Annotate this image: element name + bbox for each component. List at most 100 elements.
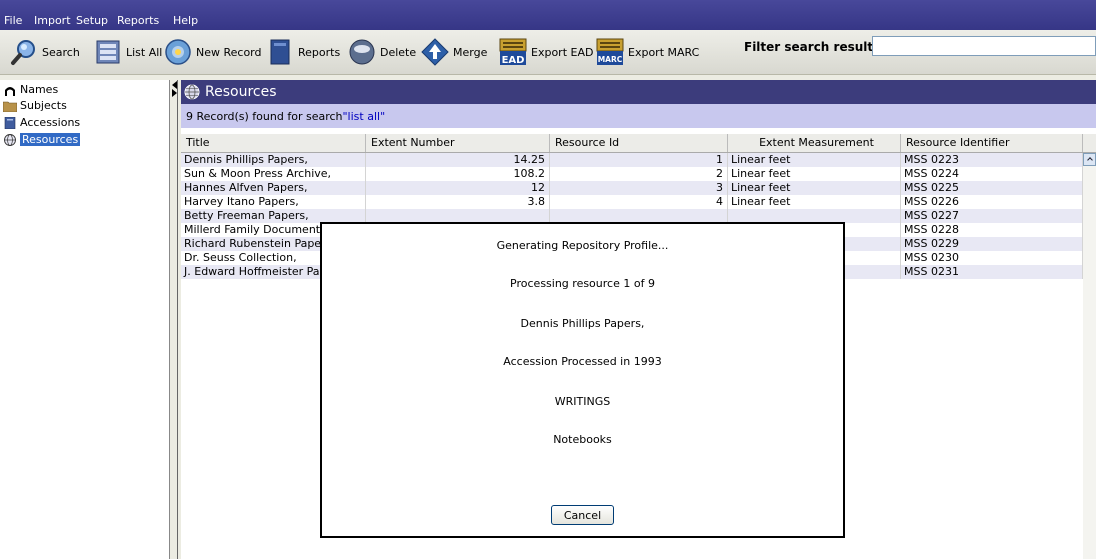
delete-button[interactable]: Delete bbox=[348, 34, 416, 70]
table-row[interactable]: Sun & Moon Press Archive, 108.2 2 Linear fe… bbox=[181, 167, 1083, 181]
globe-icon bbox=[184, 84, 200, 100]
cell-extent-measurement bbox=[728, 209, 901, 223]
cell-extent-number: 12 bbox=[366, 181, 550, 195]
dialog-subseries-line: Notebooks bbox=[553, 433, 612, 446]
menu-bar: File Import Setup Reports Help bbox=[0, 0, 1096, 30]
record-count-bar: 9 Record(s) found for search "list all" bbox=[181, 104, 1096, 128]
new-record-label: New Record bbox=[196, 45, 262, 59]
cell-title: Sun & Moon Press Archive, bbox=[181, 167, 366, 181]
table-row[interactable]: Hannes Alfven Papers, 12 3 Linear feet MSS 0… bbox=[181, 181, 1083, 195]
delete-icon bbox=[349, 39, 375, 65]
cell-resource-identifier: MSS 0227 bbox=[901, 209, 1083, 223]
export-ead-label: Export EAD bbox=[531, 45, 594, 59]
menu-help[interactable]: Help bbox=[173, 14, 198, 27]
reports-button[interactable]: Reports bbox=[266, 34, 340, 70]
cell-resource-identifier: MSS 0225 bbox=[901, 181, 1083, 195]
cell-resource-id: 1 bbox=[550, 153, 728, 167]
tree-item-subjects[interactable]: Subjects bbox=[3, 99, 67, 112]
dialog-resource-title: Dennis Phillips Papers, bbox=[520, 317, 645, 330]
tree-item-label: Resources bbox=[20, 133, 81, 146]
cell-resource-id: 2 bbox=[550, 167, 728, 181]
table-row[interactable]: Betty Freeman Papers, MSS 0227 bbox=[181, 209, 1083, 223]
tree-item-label: Subjects bbox=[20, 99, 67, 112]
folder-icon bbox=[3, 101, 17, 112]
tree-item-label: Names bbox=[20, 83, 59, 96]
splitter-divider bbox=[177, 80, 178, 559]
cell-extent-measurement: Linear feet bbox=[728, 167, 901, 181]
dialog-series-line: WRITINGS bbox=[554, 395, 611, 408]
page-title: Resources bbox=[205, 84, 277, 100]
ead-badge-text: EAD bbox=[502, 55, 525, 66]
cell-resource-identifier: MSS 0229 bbox=[901, 237, 1083, 251]
column-header-resource-identifier[interactable]: Resource Identifier bbox=[901, 134, 1083, 152]
menu-reports[interactable]: Reports bbox=[117, 14, 159, 27]
globe-icon bbox=[4, 133, 16, 146]
menu-file[interactable]: File bbox=[4, 14, 22, 27]
names-icon bbox=[5, 86, 15, 96]
cell-extent-number: 14.25 bbox=[366, 153, 550, 167]
cell-resource-identifier: MSS 0223 bbox=[901, 153, 1083, 167]
marc-badge-text: MARC bbox=[598, 55, 623, 64]
pane-splitter[interactable] bbox=[170, 80, 181, 559]
cell-extent-measurement: Linear feet bbox=[728, 153, 901, 167]
book-icon bbox=[4, 116, 16, 129]
filter-search-input[interactable] bbox=[872, 36, 1096, 56]
table-header: Title Extent Number Resource Id Extent M… bbox=[181, 134, 1096, 153]
menu-import[interactable]: Import bbox=[34, 14, 71, 27]
column-header-resource-id[interactable]: Resource Id bbox=[550, 134, 728, 152]
dialog-accession-line: Accession Processed in 1993 bbox=[503, 355, 662, 368]
cell-extent-measurement: Linear feet bbox=[728, 181, 901, 195]
search-label: Search bbox=[42, 45, 80, 59]
cell-extent-measurement: Linear feet bbox=[728, 195, 901, 209]
export-ead-button[interactable]: EAD Export EAD bbox=[499, 34, 593, 70]
toolbar: Search List All New Record Reports Delet… bbox=[0, 30, 1096, 75]
filter-label: Filter search results bbox=[744, 40, 881, 54]
ead-icon: EAD bbox=[499, 38, 527, 66]
cell-extent-number: 3.8 bbox=[366, 195, 550, 209]
column-header-extent-number[interactable]: Extent Number bbox=[366, 134, 550, 152]
new-record-icon bbox=[165, 39, 191, 65]
record-count-text: 9 Record(s) found for search bbox=[186, 109, 343, 123]
reports-icon bbox=[270, 39, 290, 65]
cancel-button[interactable]: Cancel bbox=[551, 505, 614, 525]
search-query-text: "list all" bbox=[342, 109, 386, 123]
new-record-button[interactable]: New Record bbox=[164, 34, 262, 70]
list-all-label: List All bbox=[126, 45, 163, 59]
delete-label: Delete bbox=[380, 45, 417, 59]
cell-resource-identifier: MSS 0224 bbox=[901, 167, 1083, 181]
tree-item-resources[interactable]: Resources bbox=[3, 133, 81, 146]
merge-icon bbox=[421, 38, 449, 66]
cell-resource-identifier: MSS 0231 bbox=[901, 265, 1083, 279]
export-marc-label: Export MARC bbox=[628, 45, 700, 59]
search-button[interactable]: Search bbox=[10, 34, 80, 70]
cell-title: Dennis Phillips Papers, bbox=[181, 153, 366, 167]
cell-resource-identifier: MSS 0228 bbox=[901, 223, 1083, 237]
cell-resource-id: 4 bbox=[550, 195, 728, 209]
tree-item-names[interactable]: Names bbox=[3, 83, 58, 96]
dialog-status-line: Generating Repository Profile... bbox=[496, 239, 669, 252]
merge-label: Merge bbox=[453, 45, 488, 59]
reports-label: Reports bbox=[298, 45, 341, 59]
menu-setup[interactable]: Setup bbox=[76, 14, 108, 27]
merge-button[interactable]: Merge bbox=[421, 34, 487, 70]
column-header-title[interactable]: Title bbox=[181, 134, 366, 152]
cell-title: Hannes Alfven Papers, bbox=[181, 181, 366, 195]
table-row[interactable]: Harvey Itano Papers, 3.8 4 Linear feet MSS 0… bbox=[181, 195, 1083, 209]
repository-profile-dialog: Generating Repository Profile... Process… bbox=[320, 222, 845, 538]
resources-header: Resources bbox=[181, 80, 1096, 104]
tree-item-accessions[interactable]: Accessions bbox=[3, 116, 80, 129]
tree-item-label: Accessions bbox=[20, 116, 81, 129]
table-row[interactable]: Dennis Phillips Papers, 14.25 1 Linear feet… bbox=[181, 153, 1083, 167]
list-all-button[interactable]: List All bbox=[94, 34, 162, 70]
export-marc-button[interactable]: MARC Export MARC bbox=[596, 34, 699, 70]
cell-title: Betty Freeman Papers, bbox=[181, 209, 366, 223]
cell-title: Harvey Itano Papers, bbox=[181, 195, 366, 209]
column-header-extent-measurement[interactable]: Extent Measurement bbox=[728, 134, 901, 152]
search-icon bbox=[11, 40, 35, 65]
chevron-up-icon bbox=[1087, 157, 1093, 163]
scroll-up-button[interactable] bbox=[1083, 153, 1096, 166]
marc-icon: MARC bbox=[596, 38, 624, 65]
cell-extent-number: 108.2 bbox=[366, 167, 550, 181]
vertical-scrollbar[interactable] bbox=[1083, 153, 1096, 559]
cell-resource-id: 3 bbox=[550, 181, 728, 195]
